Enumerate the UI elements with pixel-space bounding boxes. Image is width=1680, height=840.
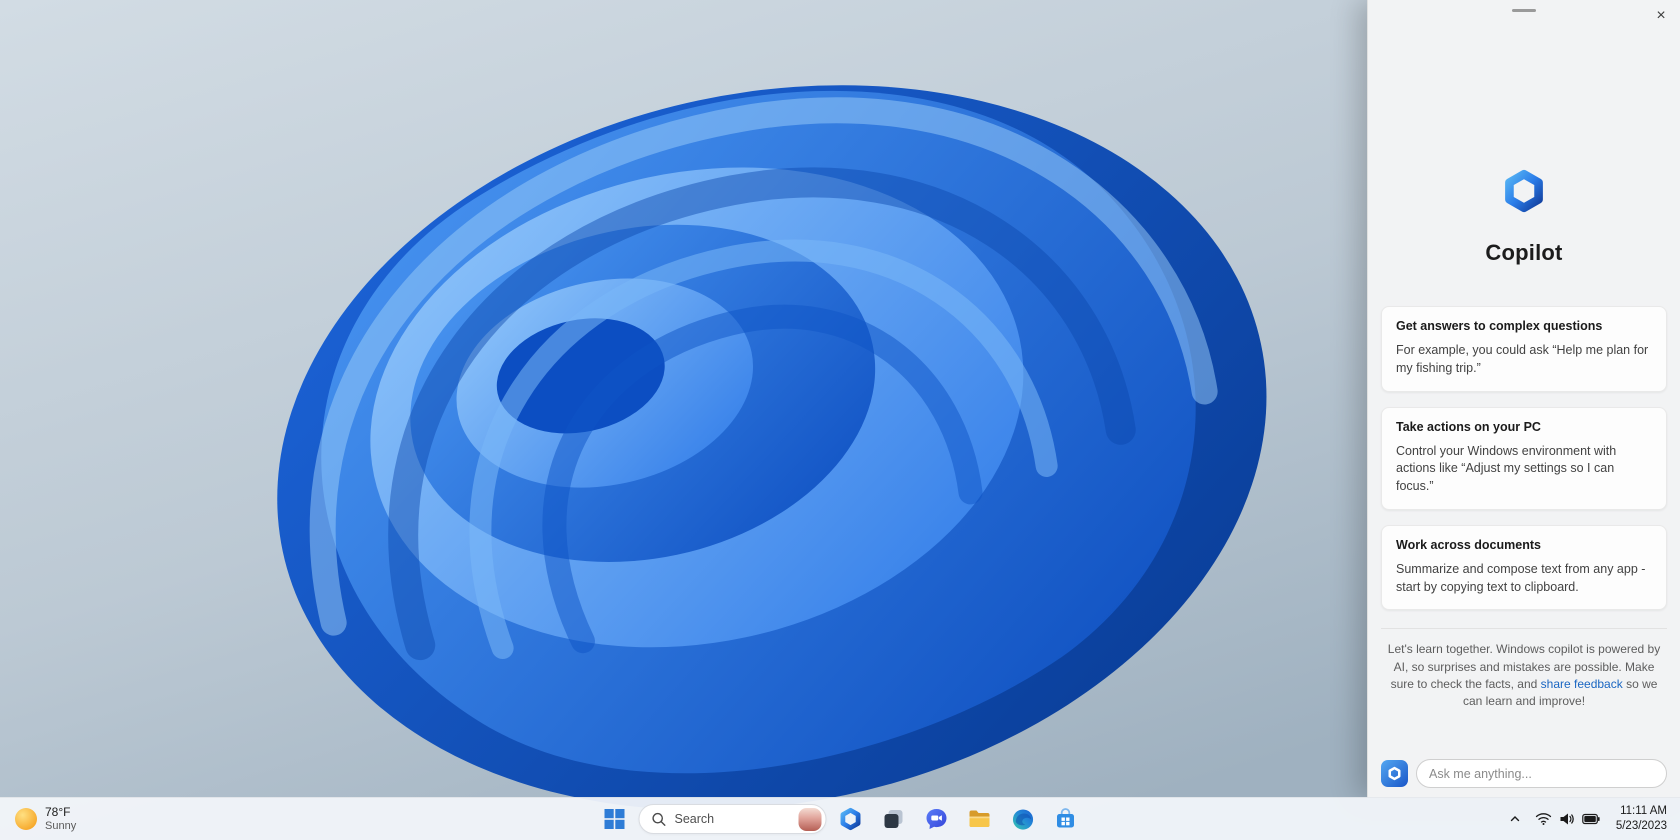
ask-input-row [1368, 759, 1680, 798]
panel-drag-handle[interactable] [1512, 9, 1536, 12]
battery-icon [1582, 813, 1600, 825]
card-body: For example, you could ask “Help me plan… [1396, 343, 1649, 375]
copilot-logo-icon [1501, 168, 1547, 214]
taskbar-app-edge[interactable] [1004, 800, 1042, 838]
system-status-button[interactable] [1528, 802, 1607, 836]
disclaimer-text: Let's learn together. Windows copilot is… [1386, 641, 1662, 711]
copilot-sidebar-panel: × Copilot Get answers to complex questio… [1367, 0, 1680, 798]
taskbar-app-copilot[interactable] [832, 800, 870, 838]
weather-text: 78°F Sunny [45, 805, 76, 832]
taskbar-app-chat[interactable] [918, 800, 956, 838]
weather-temperature: 78°F [45, 805, 71, 820]
share-feedback-link[interactable]: share feedback [1541, 677, 1623, 691]
wifi-icon [1535, 812, 1552, 826]
card-title: Take actions on your PC [1396, 419, 1541, 434]
volume-icon [1559, 812, 1575, 826]
taskbar: 78°F Sunny Search 11:11 AM 5/23/2023 [0, 797, 1680, 840]
search-label: Search [674, 812, 715, 826]
panel-title: Copilot [1485, 240, 1563, 265]
windows-logo-icon [604, 809, 625, 829]
card-body: Summarize and compose text from any app … [1396, 561, 1646, 594]
start-button[interactable] [596, 800, 634, 838]
card-title: Get answers to complex questions [1396, 319, 1603, 333]
search-icon [652, 812, 667, 827]
search-daily-image [798, 807, 822, 831]
taskbar-app-store[interactable] [1047, 800, 1085, 838]
close-button[interactable]: × [1648, 3, 1674, 29]
close-icon: × [1656, 7, 1666, 24]
copilot-taskbar-icon [839, 807, 863, 831]
tray-date: 5/23/2023 [1615, 820, 1667, 832]
edge-browser-icon [1011, 808, 1034, 831]
card-body: Control your Windows environment with ac… [1396, 443, 1617, 494]
intro-card-actions: Take actions on your PC Control your Win… [1381, 406, 1667, 510]
weather-condition: Sunny [45, 819, 77, 832]
taskbar-center-group: Search [596, 798, 1085, 840]
clock-button[interactable]: 11:11 AM 5/23/2023 [1609, 802, 1674, 836]
taskbar-app-task-view[interactable] [875, 800, 913, 838]
intro-cards: Get answers to complex questions For exa… [1381, 306, 1667, 611]
clock-text: 11:11 AM 5/23/2023 [1616, 804, 1667, 834]
copilot-input-logo-button[interactable] [1381, 760, 1408, 787]
weather-widget-button[interactable]: 78°F Sunny [6, 800, 85, 838]
divider [1381, 628, 1667, 630]
intro-card-answers: Get answers to complex questions For exa… [1381, 306, 1667, 392]
chevron-up-icon [1509, 813, 1521, 825]
ask-anything-input[interactable] [1416, 759, 1667, 788]
card-title: Work across documents [1396, 537, 1541, 552]
microsoft-store-icon [1054, 807, 1078, 831]
tray-time: 11:11 AM [1620, 805, 1667, 818]
copilot-mini-icon [1387, 766, 1402, 781]
intro-card-documents: Work across documents Summarize and comp… [1381, 524, 1667, 611]
taskbar-app-file-explorer[interactable] [961, 800, 999, 838]
search-box[interactable]: Search [638, 804, 827, 834]
system-tray: 11:11 AM 5/23/2023 [1504, 800, 1674, 838]
hidden-icons-button[interactable] [1504, 802, 1526, 836]
chat-bubble-icon [925, 807, 949, 831]
folder-icon [968, 807, 992, 831]
sun-icon [15, 808, 37, 830]
task-view-icon [882, 807, 906, 831]
